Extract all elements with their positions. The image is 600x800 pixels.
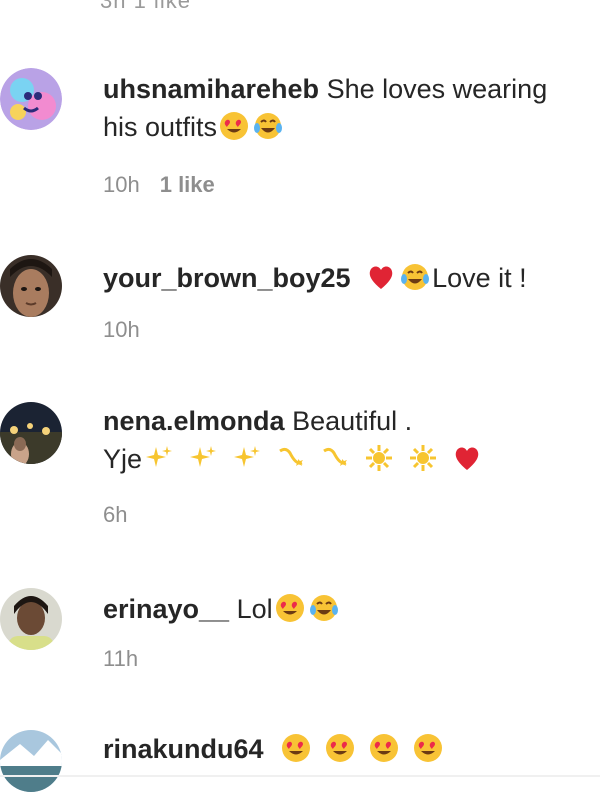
tears-of-joy-emoji [309, 593, 339, 623]
comment-time: 6h [103, 502, 128, 527]
heart-eyes-emoji [413, 733, 443, 763]
comment-body: rinakundu64 [103, 730, 600, 768]
comment-text: Yje [103, 444, 143, 474]
comment-time: 10h [103, 317, 140, 342]
red-heart-emoji [366, 262, 396, 292]
comment-username[interactable]: erinayo__ [103, 594, 229, 624]
heart-eyes-emoji [281, 733, 311, 763]
comment-meta: 6h [103, 502, 127, 528]
comment-username[interactable]: your_brown_boy25 [103, 263, 351, 293]
comment-time: 11h [103, 646, 139, 671]
avatar[interactable] [0, 730, 62, 792]
sparkles-emoji [188, 443, 218, 473]
heart-eyes-emoji [325, 733, 355, 763]
comment-likes[interactable]: 1 like [160, 172, 215, 197]
comment-username[interactable]: rinakundu64 [103, 734, 264, 764]
sparkles-emoji [232, 443, 262, 473]
heart-eyes-emoji [219, 111, 249, 141]
avatar[interactable] [0, 588, 62, 650]
sun-emoji [364, 443, 394, 473]
comment-text: his outfits [103, 112, 218, 142]
avatar[interactable] [0, 255, 62, 317]
bottom-divider [0, 775, 600, 777]
comment-meta: 10h 1 like [103, 172, 215, 198]
tears-of-joy-emoji [400, 262, 430, 292]
comment-text: Love it ! [432, 263, 527, 293]
comment-meta: 11h [103, 646, 138, 672]
comment-body: erinayo__ Lol [103, 590, 600, 628]
dizzy-emoji [276, 443, 306, 473]
comment-username[interactable]: nena.elmonda [103, 406, 285, 436]
heart-eyes-emoji [369, 733, 399, 763]
heart-eyes-emoji [275, 593, 305, 623]
sun-emoji [408, 443, 438, 473]
dizzy-emoji [320, 443, 350, 473]
comment-body: uhsnamihareheb She loves wearing his out… [103, 70, 600, 146]
comment-body: nena.elmonda Beautiful . Yje [103, 402, 600, 478]
comment-text: She loves wearing [326, 74, 548, 104]
comment-meta: 10h [103, 317, 140, 343]
comment-text: Lol [236, 594, 273, 624]
comment-username[interactable]: uhsnamihareheb [103, 74, 319, 104]
avatar[interactable] [0, 402, 62, 464]
previous-comment-meta: 3h 1 like [100, 0, 191, 13]
comment-body: your_brown_boy25 Love it ! [103, 259, 600, 297]
avatar[interactable] [0, 68, 62, 130]
comment-text: Beautiful . [292, 406, 413, 436]
sparkles-emoji [144, 443, 174, 473]
tears-of-joy-emoji [253, 111, 283, 141]
comment-time: 10h [103, 172, 140, 197]
red-heart-emoji [452, 443, 482, 473]
